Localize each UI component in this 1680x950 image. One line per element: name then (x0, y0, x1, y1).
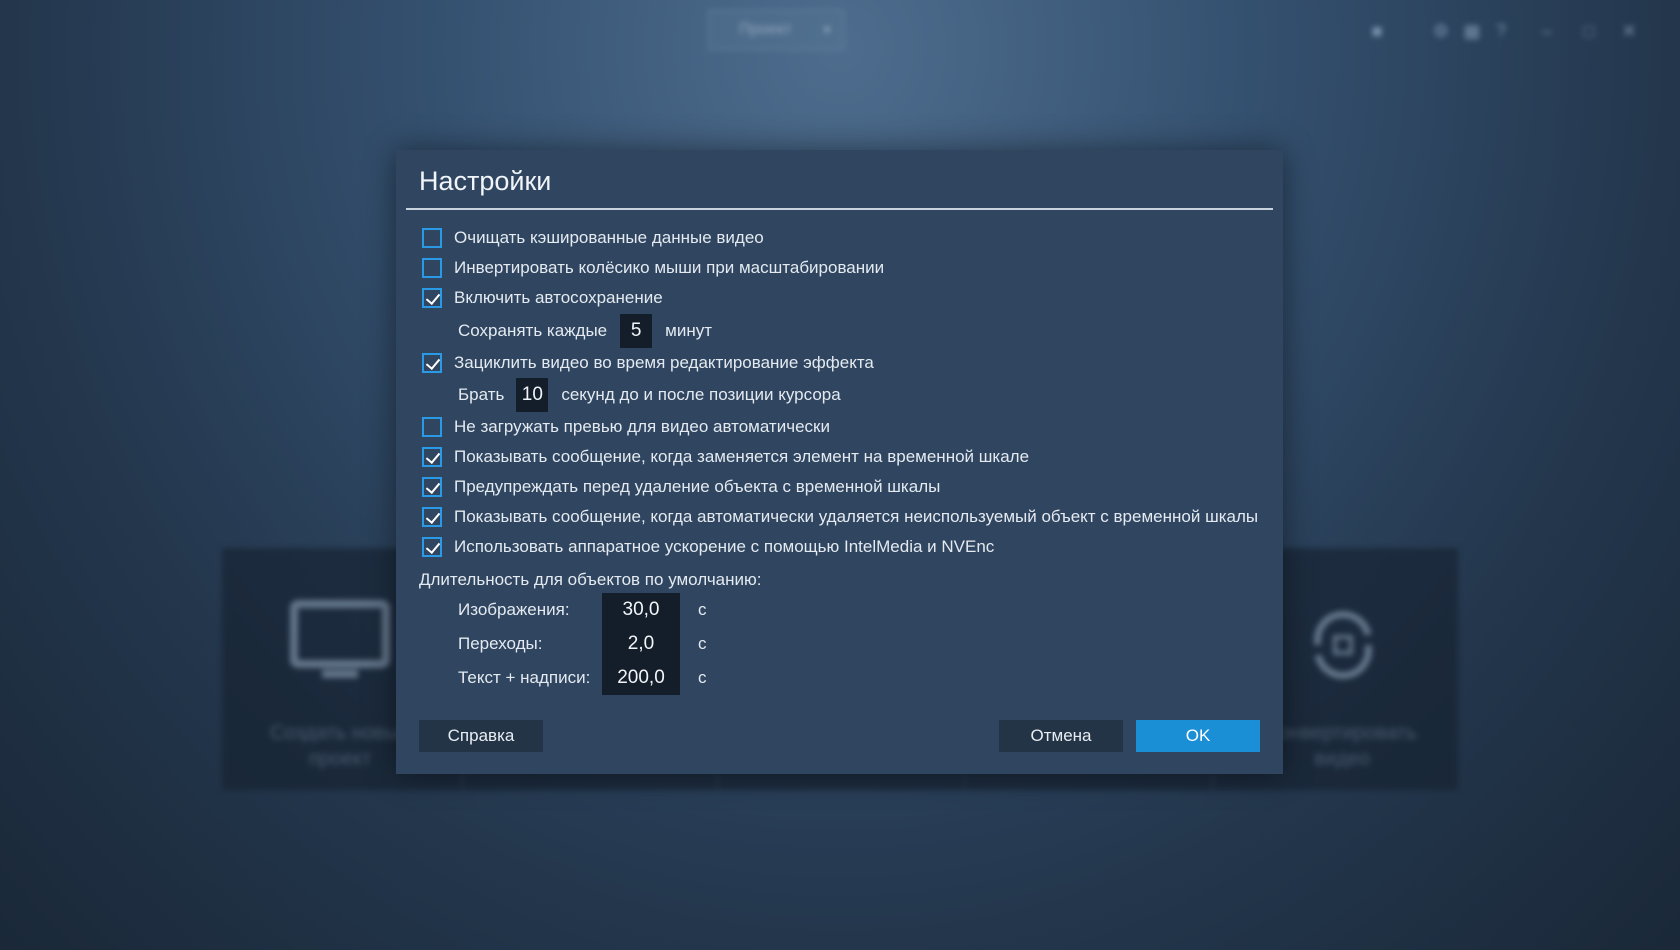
loop-seconds-row: Брать 10 секунд до и после позиции курсо… (458, 378, 841, 412)
option-replace-message[interactable]: Показывать сообщение, когда заменяется э… (422, 444, 1029, 470)
minimize-icon[interactable]: – (1536, 20, 1558, 42)
default-durations-heading: Длительность для объектов по умолчанию: (419, 570, 762, 589)
help-button[interactable]: Справка (419, 720, 543, 752)
option-loop-video[interactable]: Зациклить видео во время редактирование … (422, 350, 874, 376)
checkbox-no-preview[interactable] (422, 417, 442, 437)
duration-unit: с (698, 668, 707, 687)
checkbox-replace-message[interactable] (422, 447, 442, 467)
project-dropdown-label: Проект (739, 21, 792, 38)
checkbox-autosave[interactable] (422, 288, 442, 308)
grid-icon[interactable]: ▦ (1461, 20, 1483, 42)
transitions-duration-input[interactable]: 2,0 (602, 627, 680, 661)
option-no-preview[interactable]: Не загружать превью для видео автоматиче… (422, 414, 830, 440)
gear-icon[interactable]: ⚙ (1430, 20, 1452, 42)
project-dropdown[interactable]: Проект ▼ (708, 10, 844, 50)
option-label: Предупреждать перед удаление объекта с в… (454, 477, 941, 496)
title-divider (406, 208, 1273, 210)
dialog-title: Настройки (419, 166, 552, 196)
duration-row-images: Изображения: 30,0 с (458, 593, 758, 627)
settings-dialog: Настройки Очищать кэшированные данные ви… (396, 150, 1283, 774)
checkbox-clear-cache[interactable] (422, 228, 442, 248)
checkbox-invert-wheel[interactable] (422, 258, 442, 278)
option-warn-delete[interactable]: Предупреждать перед удаление объекта с в… (422, 474, 940, 500)
help-icon[interactable]: ? (1490, 20, 1512, 42)
images-duration-input[interactable]: 30,0 (602, 593, 680, 627)
checkbox-auto-remove-message[interactable] (422, 507, 442, 527)
maximize-icon[interactable]: □ (1578, 20, 1600, 42)
option-hw-acceleration[interactable]: Использовать аппаратное ускорение с помо… (422, 534, 994, 560)
option-auto-remove-message[interactable]: Показывать сообщение, когда автоматическ… (422, 504, 1258, 530)
cancel-button[interactable]: Отмена (999, 720, 1123, 752)
duration-row-transitions: Переходы: 2,0 с (458, 627, 758, 661)
duration-label: Изображения: (458, 600, 570, 619)
checkbox-hw-acceleration[interactable] (422, 537, 442, 557)
option-label: Зациклить видео во время редактирование … (454, 353, 874, 372)
option-label: Не загружать превью для видео автоматиче… (454, 417, 830, 436)
duration-unit: с (698, 634, 707, 653)
option-label: Включить автосохранение (454, 288, 663, 307)
duration-unit: с (698, 600, 707, 619)
window-controls: ■ ⚙ ▦ ? – □ ✕ (1360, 20, 1660, 50)
checkbox-loop-video[interactable] (422, 353, 442, 373)
loop-prefix-label: Брать (458, 385, 505, 404)
duration-row-text: Текст + надписи: 200,0 с (458, 661, 758, 695)
option-label: Использовать аппаратное ускорение с помо… (454, 537, 995, 556)
option-label: Показывать сообщение, когда заменяется э… (454, 447, 1030, 466)
option-label: Очищать кэшированные данные видео (454, 228, 764, 247)
option-invert-wheel[interactable]: Инвертировать колёсико мыши при масштаби… (422, 255, 884, 281)
close-icon[interactable]: ✕ (1618, 20, 1640, 42)
autosave-prefix-label: Сохранять каждые (458, 321, 608, 340)
convert-icon (1314, 611, 1372, 679)
autosave-interval-row: Сохранять каждые 5 минут (458, 314, 712, 348)
duration-label: Текст + надписи: (458, 668, 591, 687)
option-label: Показывать сообщение, когда автоматическ… (454, 507, 1259, 526)
text-duration-input[interactable]: 200,0 (602, 661, 680, 695)
option-autosave[interactable]: Включить автосохранение (422, 285, 663, 311)
autosave-minutes-input[interactable]: 5 (620, 314, 653, 348)
option-clear-cache[interactable]: Очищать кэшированные данные видео (422, 225, 764, 251)
option-label: Инвертировать колёсико мыши при масштаби… (454, 258, 885, 277)
ok-button[interactable]: OK (1136, 720, 1260, 752)
loop-seconds-input[interactable]: 10 (516, 378, 549, 412)
loop-suffix-label: секунд до и после позиции курсора (561, 385, 841, 404)
duration-label: Переходы: (458, 634, 543, 653)
monitor-icon (290, 600, 390, 678)
autosave-suffix-label: минут (665, 321, 712, 340)
chevron-down-icon: ▼ (821, 23, 833, 37)
checkbox-warn-delete[interactable] (422, 477, 442, 497)
chat-icon[interactable]: ■ (1366, 20, 1388, 42)
